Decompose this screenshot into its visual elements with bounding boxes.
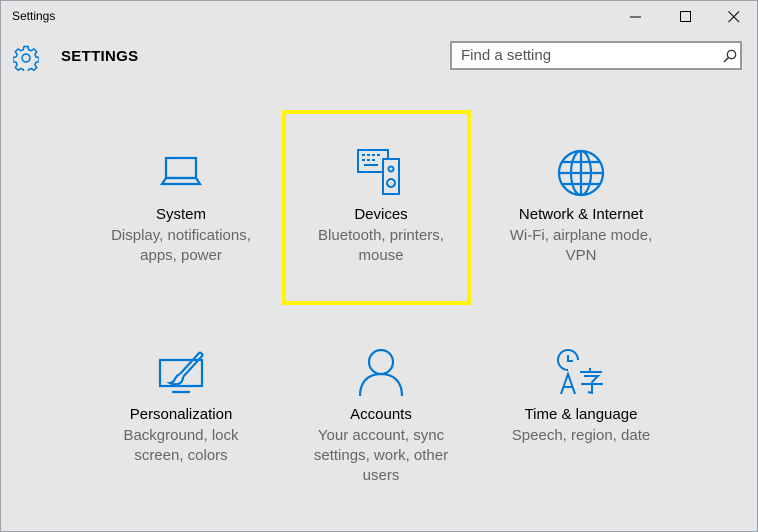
search-icon[interactable] bbox=[723, 49, 737, 63]
tile-accounts[interactable]: Accounts Your account, sync settings, wo… bbox=[286, 346, 476, 526]
desc-line: Background, lock bbox=[123, 427, 239, 444]
desc-line: mouse bbox=[358, 247, 404, 264]
maximize-icon bbox=[680, 11, 691, 22]
devices-icon bbox=[357, 149, 400, 195]
page-title: SETTINGS bbox=[61, 48, 139, 65]
close-icon bbox=[728, 11, 740, 23]
desc-line: VPN bbox=[565, 247, 597, 264]
tile-system-name: System bbox=[155, 206, 206, 223]
tile-devices-name: Devices bbox=[354, 206, 408, 223]
tile-network[interactable]: Network & Internet Wi-Fi, airplane mode,… bbox=[486, 146, 676, 326]
clock-language-icon bbox=[557, 349, 603, 395]
desc-line: Bluetooth, printers, bbox=[318, 227, 444, 244]
person-icon bbox=[358, 348, 404, 396]
minimize-button[interactable] bbox=[616, 1, 656, 33]
gear-icon bbox=[13, 45, 39, 71]
tile-time-language-desc: Speech, region, date bbox=[486, 426, 676, 446]
desc-line: apps, power bbox=[140, 247, 222, 264]
tile-accounts-name: Accounts bbox=[350, 406, 412, 423]
globe-icon bbox=[557, 149, 605, 196]
search-box[interactable] bbox=[450, 41, 742, 70]
tile-personalization-desc: Background, lock screen, colors bbox=[86, 426, 276, 466]
desc-line: screen, colors bbox=[134, 447, 228, 464]
minimize-icon bbox=[630, 16, 641, 18]
title-bar[interactable]: Settings bbox=[1, 1, 757, 33]
desc-line: users bbox=[362, 467, 400, 484]
tile-network-desc: Wi-Fi, airplane mode, VPN bbox=[486, 226, 676, 266]
tile-devices[interactable]: Devices Bluetooth, printers, mouse bbox=[286, 146, 476, 326]
desc-line: Display, notifications, bbox=[111, 227, 251, 244]
tile-personalization-name: Personalization bbox=[129, 406, 233, 423]
search-input[interactable] bbox=[452, 43, 711, 68]
desc-line: settings, work, other bbox=[313, 447, 449, 464]
close-button[interactable] bbox=[714, 1, 754, 33]
tile-personalization[interactable]: Personalization Background, lock screen,… bbox=[86, 346, 276, 526]
desc-line: Wi-Fi, airplane mode, bbox=[509, 227, 653, 244]
paint-icon bbox=[158, 351, 204, 394]
window-title: Settings bbox=[12, 9, 56, 23]
tile-time-language-name: Time & language bbox=[524, 406, 638, 423]
tile-system[interactable]: System Display, notifications, apps, pow… bbox=[86, 146, 276, 326]
desc-line: Your account, sync bbox=[317, 427, 445, 444]
tile-accounts-desc: Your account, sync settings, work, other… bbox=[286, 426, 476, 486]
tile-devices-desc: Bluetooth, printers, mouse bbox=[286, 226, 476, 266]
tile-time-language[interactable]: Time & language Speech, region, date bbox=[486, 346, 676, 526]
tile-network-name: Network & Internet bbox=[518, 206, 644, 223]
laptop-icon bbox=[159, 156, 203, 186]
desc-line: Speech, region, date bbox=[511, 427, 651, 444]
maximize-button[interactable] bbox=[666, 1, 706, 33]
settings-window: Settings SETTINGS System bbox=[0, 0, 758, 532]
tile-system-desc: Display, notifications, apps, power bbox=[86, 226, 276, 266]
